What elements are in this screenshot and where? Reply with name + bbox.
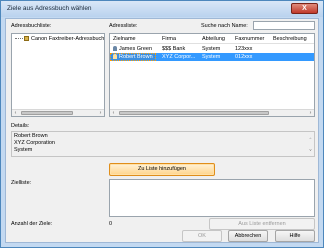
- scroll-left-icon[interactable]: ‹: [12, 110, 19, 116]
- search-input[interactable]: [253, 21, 315, 30]
- row-company: XYZ Corpor...: [162, 54, 196, 60]
- row-name-cell: Robert Brown: [110, 53, 156, 61]
- row-fax-number: 012xxx: [235, 54, 253, 60]
- tree-item-label: Canon Faxtreiber-Adressbuch: [31, 36, 105, 42]
- column-header-fax-number[interactable]: Faxnummer: [235, 36, 264, 42]
- help-button[interactable]: Hilfe: [275, 230, 315, 242]
- title-bar[interactable]: Ziele aus Adressbuch wählen X: [1, 1, 323, 17]
- dialog-window: Ziele aus Adressbuch wählen X Adressbuch…: [0, 0, 324, 248]
- list-horizontal-scrollbar[interactable]: ‹ ›: [110, 109, 314, 116]
- details-scrollbar[interactable]: ^ v: [308, 133, 313, 155]
- row-name: James Green: [119, 46, 153, 52]
- close-button[interactable]: X: [291, 3, 318, 14]
- list-header: Zielname Firma Abteilung Faxnummer Besch…: [110, 34, 314, 44]
- details-box: Robert Brown XYZ Corporation System ^ v: [11, 131, 315, 157]
- cancel-button[interactable]: Abbrechen: [228, 230, 268, 242]
- scroll-right-icon[interactable]: ›: [307, 110, 314, 116]
- target-list-label: Zielliste:: [11, 180, 32, 186]
- scroll-right-icon[interactable]: ›: [97, 110, 104, 116]
- details-line: System: [14, 147, 33, 153]
- details-label: Details:: [11, 123, 30, 129]
- address-list-label: Adressliste:: [109, 23, 138, 29]
- scroll-thumb[interactable]: [21, 111, 73, 115]
- list-row[interactable]: James Green $$$ Bank System 123xxx: [110, 45, 314, 53]
- address-list[interactable]: Zielname Firma Abteilung Faxnummer Besch…: [109, 33, 315, 117]
- row-company: $$$ Bank: [162, 46, 186, 52]
- row-name: Robert Brown: [119, 54, 153, 60]
- target-count-value: 0: [109, 221, 113, 227]
- person-icon: [113, 54, 117, 59]
- target-count-label: Anzahl der Ziele:: [11, 221, 53, 227]
- address-book-list-label: Adressbuchliste:: [11, 23, 52, 29]
- add-to-list-button[interactable]: Zu Liste hinzufügen: [109, 163, 215, 176]
- row-department: System: [202, 54, 221, 60]
- column-header-department[interactable]: Abteilung: [202, 36, 225, 42]
- person-icon: [113, 46, 117, 51]
- scroll-down-icon[interactable]: v: [308, 144, 313, 155]
- target-list[interactable]: [109, 179, 315, 217]
- address-book-icon: [24, 36, 29, 42]
- dialog-client-area: Adressbuchliste: Adressliste: Suche nach…: [5, 18, 319, 243]
- column-header-company[interactable]: Firma: [162, 36, 176, 42]
- column-header-name[interactable]: Zielname: [113, 36, 136, 42]
- remove-from-list-button[interactable]: Aus Liste entfernen: [209, 218, 315, 230]
- scroll-thumb[interactable]: [119, 111, 269, 115]
- row-fax-number: 123xxx: [235, 46, 253, 52]
- tree-item-canon-fax-address-book[interactable]: Canon Faxtreiber-Adressbuch: [15, 36, 104, 42]
- scroll-up-icon[interactable]: ^: [308, 133, 313, 144]
- tree-horizontal-scrollbar[interactable]: ‹ ›: [12, 109, 104, 116]
- scroll-left-icon[interactable]: ‹: [110, 110, 117, 116]
- ok-button[interactable]: OK: [182, 230, 222, 242]
- column-header-description[interactable]: Beschreibung: [273, 36, 307, 42]
- row-department: System: [202, 46, 221, 52]
- search-by-name-label: Suche nach Name:: [201, 23, 248, 29]
- row-name-cell: James Green: [113, 46, 152, 52]
- details-line: Robert Brown: [14, 133, 48, 139]
- tree-connector: [15, 38, 23, 40]
- window-title: Ziele aus Adressbuch wählen: [7, 5, 92, 12]
- list-row-selected[interactable]: Robert Brown XYZ Corpor... System 012xxx: [110, 53, 314, 61]
- address-book-tree[interactable]: Canon Faxtreiber-Adressbuch ‹ ›: [11, 33, 105, 117]
- details-line: XYZ Corporation: [14, 140, 55, 146]
